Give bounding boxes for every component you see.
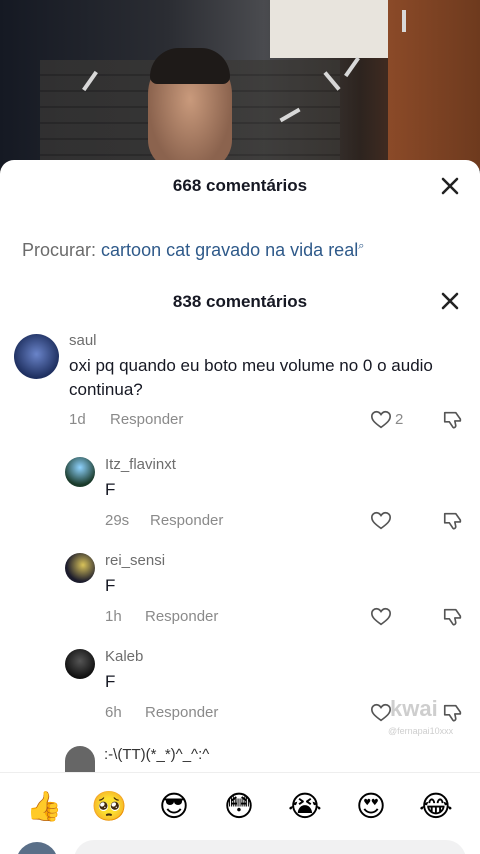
comment-time: 1h — [105, 608, 122, 625]
reply-button[interactable]: Responder — [145, 704, 218, 721]
watermark-handle: @fernapai10xxx — [388, 726, 454, 736]
comments-count-top: 668 comentários — [172, 176, 308, 195]
comment-text: F — [105, 672, 116, 691]
flying-object — [402, 10, 406, 32]
my-avatar — [16, 842, 58, 854]
comment-text: F — [105, 480, 116, 499]
reply-button[interactable]: Responder — [110, 411, 183, 428]
reply-button[interactable]: Responder — [150, 512, 223, 529]
comment-username[interactable]: Itz_flavinxt — [105, 456, 176, 473]
like-count: 2 — [395, 411, 404, 428]
comment-text: oxi pq quando eu boto meu volume no 0 o … — [69, 356, 433, 399]
person-hair — [150, 48, 230, 84]
comments-sheet: 668 comentários Procurar: cartoon cat gr… — [0, 160, 480, 854]
emoji-crying[interactable]: 😭 — [285, 789, 325, 823]
emoji-thumbs-up[interactable]: 👍 — [24, 789, 64, 824]
emoji-bar: 👍 🥺 😎 😳 😭 😍 😂 — [0, 772, 480, 833]
heart-icon[interactable] — [370, 409, 392, 431]
emoji-laughing[interactable]: 😂 — [416, 789, 456, 823]
comments-count: 838 comentários — [172, 292, 308, 311]
reply-button[interactable]: Responder — [145, 608, 218, 625]
comment-username[interactable]: saul — [69, 332, 97, 349]
emoji-flushed[interactable]: 😳 — [219, 789, 259, 823]
search-query-link[interactable]: cartoon cat gravado na vida real — [101, 240, 358, 260]
avatar[interactable] — [14, 334, 59, 379]
close-icon[interactable] — [438, 174, 462, 198]
comment-text: :-\(TT)(*_*)^_^:^ — [104, 746, 210, 763]
thumbs-down-icon[interactable] — [442, 409, 464, 431]
avatar[interactable] — [65, 457, 95, 487]
avatar[interactable] — [65, 746, 95, 772]
comment-input[interactable] — [74, 840, 466, 854]
search-suggestion[interactable]: Procurar: cartoon cat gravado na vida re… — [22, 240, 364, 261]
shelf — [270, 0, 390, 58]
comment-username[interactable]: Kaleb — [105, 648, 143, 665]
avatar[interactable] — [65, 649, 95, 679]
flying-object — [344, 56, 360, 78]
emoji-sunglasses[interactable]: 😎 — [154, 789, 194, 823]
comment-time: 6h — [105, 704, 122, 721]
search-label: Procurar: — [22, 240, 97, 260]
heart-icon[interactable] — [370, 606, 392, 628]
heart-icon[interactable] — [370, 702, 392, 724]
emoji-pleading[interactable]: 🥺 — [89, 789, 129, 824]
thumbs-down-icon[interactable] — [442, 510, 464, 532]
comment-text: F — [105, 576, 116, 595]
thumbs-down-icon[interactable] — [442, 606, 464, 628]
comment-time: 29s — [105, 512, 130, 529]
thumbs-down-icon[interactable] — [442, 702, 464, 724]
comment-time: 1d — [69, 411, 86, 428]
kwai-watermark: kwai — [390, 696, 438, 721]
video-background — [0, 0, 480, 170]
close-icon[interactable] — [438, 289, 462, 313]
comment-username[interactable]: rei_sensi — [105, 552, 165, 569]
heart-icon[interactable] — [370, 510, 392, 532]
emoji-heart-eyes[interactable]: 😍 — [351, 789, 391, 823]
avatar[interactable] — [65, 553, 95, 583]
search-icon: ⌕ — [358, 240, 365, 252]
